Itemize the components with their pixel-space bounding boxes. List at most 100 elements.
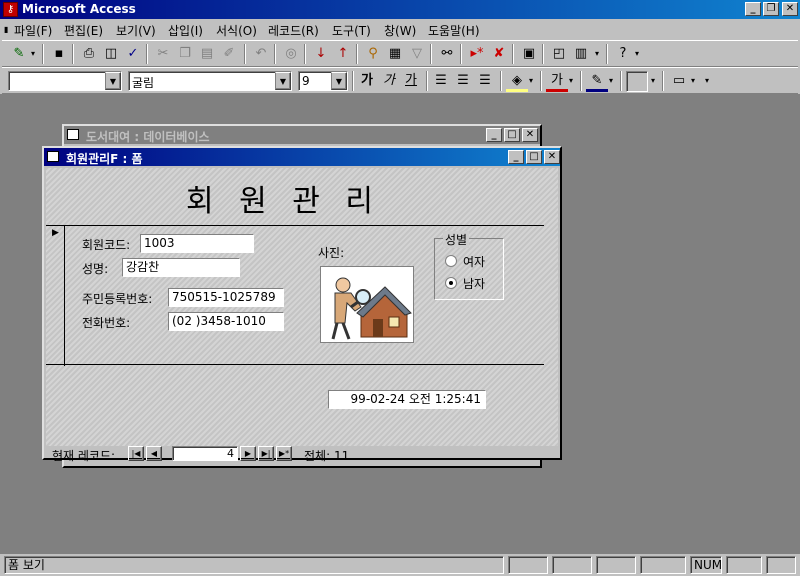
sort-ascending-icon[interactable]: ↓: [310, 44, 332, 65]
next-record-icon[interactable]: ▶: [240, 446, 256, 461]
database-window-title: 도서대여 : 데이터베이스: [86, 130, 210, 144]
align-left-icon[interactable]: ☰: [430, 71, 452, 92]
minimize-button[interactable]: _: [486, 128, 502, 142]
print-icon[interactable]: ⎙: [78, 44, 100, 65]
record-number-field[interactable]: 4: [172, 446, 238, 461]
maximize-button[interactable]: □: [504, 128, 520, 142]
member-code-label: 회원코드:: [82, 238, 131, 252]
menu-file[interactable]: 파일(F): [14, 22, 52, 39]
menu-insert[interactable]: 삽입(I): [168, 22, 203, 39]
delete-record-icon[interactable]: ✘: [488, 44, 510, 65]
status-panel: [726, 556, 762, 574]
database-window-icon[interactable]: ◰: [548, 44, 570, 65]
hyperlink-icon[interactable]: ◎: [280, 44, 302, 65]
bold-button[interactable]: 가: [356, 71, 378, 92]
properties-icon[interactable]: ▣: [518, 44, 540, 65]
new-object-icon[interactable]: ▥: [570, 44, 592, 65]
maximize-button[interactable]: □: [526, 150, 542, 164]
align-center-icon[interactable]: ☰: [452, 71, 474, 92]
filter-by-selection-icon[interactable]: ⚲: [362, 44, 384, 65]
menu-format[interactable]: 서식(O): [216, 22, 257, 39]
menu-tools[interactable]: 도구(T): [332, 22, 371, 39]
font-color-dropdown-icon[interactable]: ▾: [566, 71, 576, 92]
sort-descending-icon[interactable]: ↑: [332, 44, 354, 65]
member-code-field[interactable]: 1003: [140, 234, 254, 253]
toolbar-options-icon[interactable]: ▾: [702, 71, 712, 92]
font-combo-value: 굴림: [132, 76, 155, 90]
datetime-field[interactable]: 99-02-24 오전 1:25:41: [328, 390, 486, 409]
paste-icon[interactable]: ▤: [196, 44, 218, 65]
view-dropdown-icon[interactable]: ▾: [28, 44, 38, 65]
ssn-field[interactable]: 750515-1025789: [168, 288, 284, 307]
form-titlebar[interactable]: 회원관리F : 폼 _ □ ✕: [44, 148, 560, 166]
print-preview-icon[interactable]: ◫: [100, 44, 122, 65]
line-color-icon[interactable]: ✎: [586, 71, 608, 92]
font-color-button[interactable]: 가: [546, 71, 568, 92]
phone-field[interactable]: (02 )3458-1010: [168, 312, 284, 331]
fill-color-dropdown-icon[interactable]: ▾: [526, 71, 536, 92]
line-color-dropdown-icon[interactable]: ▾: [606, 71, 616, 92]
italic-button[interactable]: 가: [378, 71, 400, 92]
form-icon: [47, 151, 59, 162]
help-icon[interactable]: ?: [612, 44, 634, 65]
apply-filter-icon[interactable]: ▽: [406, 44, 428, 65]
close-button[interactable]: ✕: [522, 128, 538, 142]
close-button[interactable]: ✕: [782, 2, 798, 16]
border-dropdown-icon[interactable]: ▾: [648, 71, 658, 92]
status-panel: [508, 556, 548, 574]
find-icon[interactable]: ⚯: [436, 44, 458, 65]
cut-icon[interactable]: ✂: [152, 44, 174, 65]
save-icon[interactable]: ▪: [48, 44, 70, 65]
underline-button[interactable]: 가: [400, 71, 422, 92]
status-panel: [552, 556, 592, 574]
menu-window[interactable]: 창(W): [384, 22, 416, 39]
first-record-icon[interactable]: |◀: [128, 446, 144, 461]
male-radio[interactable]: [445, 277, 457, 289]
close-button[interactable]: ✕: [544, 150, 560, 164]
database-window-titlebar[interactable]: 도서대여 : 데이터베이스 _ □ ✕: [64, 126, 540, 144]
chevron-down-icon[interactable]: ▼: [275, 72, 291, 90]
menu-records[interactable]: 레코드(R): [268, 22, 319, 39]
format-painter-icon[interactable]: ✐: [218, 44, 240, 65]
restore-button[interactable]: ❐: [763, 2, 779, 16]
num-lock-indicator: NUM: [690, 556, 722, 574]
menu-help[interactable]: 도움말(H): [428, 22, 480, 39]
new-record-nav-icon[interactable]: ▶*: [276, 446, 292, 461]
minimize-button[interactable]: _: [508, 150, 524, 164]
formatting-toolbar: ▼ 굴림 ▼ 9 ▼ 가 가 가 ☰ ☰ ☰ ◈ ▾ 가 ▾ ✎ ▾ ▾ ▭ ▾ ▾: [2, 67, 798, 94]
previous-record-icon[interactable]: ◀: [146, 446, 162, 461]
chevron-down-icon[interactable]: ▼: [105, 72, 121, 90]
last-record-icon[interactable]: ▶|: [258, 446, 274, 461]
font-combo[interactable]: 굴림 ▼: [128, 71, 292, 91]
align-right-icon[interactable]: ☰: [474, 71, 496, 92]
special-effect-icon[interactable]: ▭: [668, 71, 690, 92]
special-effect-dropdown-icon[interactable]: ▾: [688, 71, 698, 92]
menu-view[interactable]: 보기(V): [116, 22, 156, 39]
fill-color-icon[interactable]: ◈: [506, 71, 528, 92]
record-selector-icon[interactable]: ▶: [52, 228, 59, 238]
new-object-dropdown-icon[interactable]: ▾: [592, 44, 602, 65]
border-icon[interactable]: [626, 71, 648, 92]
menu-edit[interactable]: 편집(E): [64, 22, 103, 39]
status-panel: [640, 556, 686, 574]
form-window-title: 회원관리F : 폼: [66, 152, 143, 166]
object-combo[interactable]: ▼: [8, 71, 122, 91]
status-panel: [766, 556, 796, 574]
female-radio[interactable]: [445, 255, 457, 267]
undo-icon[interactable]: ↶: [250, 44, 272, 65]
form-heading: 회 원 관 리: [186, 184, 382, 219]
member-form-window[interactable]: 회원관리F : 폼 _ □ ✕ 회 원 관 리 ▶ 회원코드: 1003 성명:…: [42, 146, 562, 463]
name-field[interactable]: 강감찬: [122, 258, 240, 277]
chevron-down-icon[interactable]: ▼: [331, 72, 347, 90]
copy-icon[interactable]: ❐: [174, 44, 196, 65]
spelling-icon[interactable]: ✓: [122, 44, 144, 65]
footer-divider: [46, 364, 544, 365]
toolbar-options-icon[interactable]: ▾: [632, 44, 642, 65]
total-records: 전체: 11: [304, 449, 350, 463]
filter-by-form-icon[interactable]: ▦: [384, 44, 406, 65]
access-key-icon: ⚷: [3, 2, 18, 17]
view-icon[interactable]: ✎: [8, 44, 30, 65]
minimize-button[interactable]: _: [745, 2, 761, 16]
size-combo[interactable]: 9 ▼: [298, 71, 348, 91]
new-record-icon[interactable]: ▸*: [466, 44, 488, 65]
